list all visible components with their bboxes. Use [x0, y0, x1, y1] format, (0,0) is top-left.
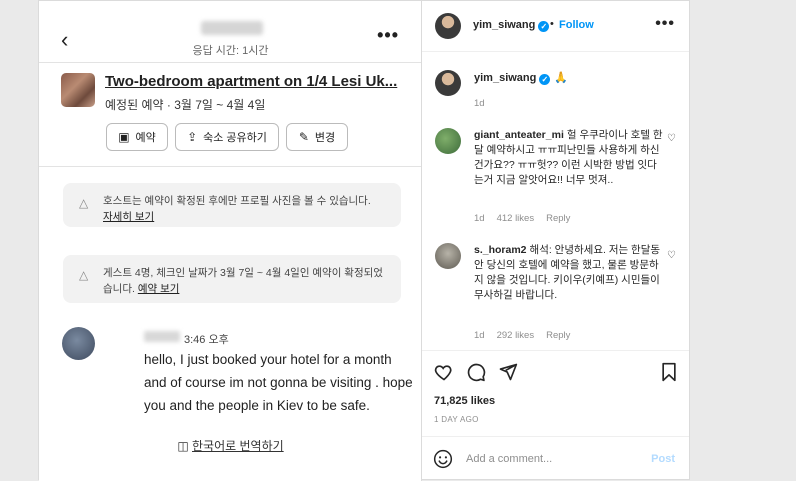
post-comment-button[interactable]: Post — [651, 453, 675, 465]
change-button: ✎ 변경 — [286, 123, 348, 151]
comment-likes[interactable]: 412 likes — [497, 213, 535, 224]
add-comment-input[interactable]: Add a comment... — [466, 453, 552, 465]
message-time: 3:46 오후 — [184, 334, 229, 346]
airbnb-logo-icon: △ — [79, 196, 89, 210]
comment-meta: 1d 292 likes Reply — [474, 330, 582, 341]
caption-time: 1d — [474, 98, 485, 109]
comment-text: s._horam2 해석: 안녕하세요. 저는 한달동안 당신의 호텔에 예약을 … — [474, 243, 664, 303]
follow-button[interactable]: Follow — [559, 19, 594, 31]
comment-text: giant_anteater_mi 헐 우쿠라이나 호텔 한달 예약하시고 ㅠㅠ피… — [474, 128, 664, 188]
author-avatar[interactable] — [435, 13, 461, 39]
caption-avatar[interactable] — [435, 70, 461, 96]
more-options-icon[interactable]: ••• — [655, 15, 675, 33]
author-username[interactable]: yim_siwang ✓ — [473, 19, 550, 32]
reply-button[interactable]: Reply — [546, 213, 570, 224]
notice-text: 호스트는 예약이 확정된 후에만 프로필 사진을 볼 수 있습니다. — [103, 195, 371, 207]
caption-username-text[interactable]: yim_siwang — [474, 72, 536, 84]
more-icon: ••• — [377, 25, 399, 45]
guest-avatar — [62, 327, 95, 360]
divider — [39, 166, 421, 167]
learn-more-link: 자세히 보기 — [103, 211, 155, 223]
post-photo[interactable]: ‹ 응답 시간: 1시간 ••• Two-bedroom apartment o… — [39, 1, 422, 481]
profile-photo-notice: △ 호스트는 예약이 확정된 후에만 프로필 사진을 볼 수 있습니다. 자세히… — [63, 183, 401, 227]
like-comment-heart-icon[interactable]: ♡ — [667, 250, 676, 261]
like-heart-icon[interactable] — [434, 362, 454, 382]
translate-label: 한국어로 번역하기 — [192, 439, 284, 453]
author-username-text[interactable]: yim_siwang — [473, 19, 535, 31]
emoji-picker-icon[interactable] — [433, 449, 453, 469]
divider — [422, 436, 689, 437]
likes-count[interactable]: 71,825 likes — [434, 395, 495, 407]
commenter-username[interactable]: s._horam2 — [474, 244, 527, 256]
comment-time: 1d — [474, 213, 485, 224]
post-header: yim_siwang ✓ • Follow ••• — [422, 1, 689, 52]
commenter-username[interactable]: giant_anteater_mi — [474, 129, 564, 141]
reply-button[interactable]: Reply — [546, 330, 570, 341]
post-time-ago: 1 DAY AGO — [434, 415, 479, 424]
comment-bubble-icon[interactable] — [466, 362, 486, 382]
listing-thumbnail — [61, 73, 95, 107]
comment-time: 1d — [474, 330, 485, 341]
guest-name-blurred — [144, 331, 180, 342]
post-modal: ‹ 응답 시간: 1시간 ••• Two-bedroom apartment o… — [38, 0, 690, 481]
share-listing-button-label: 숙소 공유하기 — [203, 132, 267, 144]
verified-badge-icon: ✓ — [539, 74, 551, 85]
share-send-icon[interactable] — [498, 362, 518, 382]
change-button-label: 변경 — [314, 132, 336, 144]
share-icon: ⇪ — [187, 130, 198, 144]
reservation-button: ▣ 예약 — [106, 123, 168, 151]
airbnb-logo-icon: △ — [79, 268, 89, 282]
separator-dot: • — [550, 18, 554, 30]
like-comment-heart-icon[interactable]: ♡ — [667, 133, 676, 144]
view-reservation-link: 예약 보기 — [137, 283, 180, 295]
translate-icon: ◫ — [177, 439, 192, 453]
host-name-blurred — [201, 21, 263, 35]
listing-title: Two-bedroom apartment on 1/4 Lesi Uk... — [105, 73, 398, 90]
pencil-icon: ✎ — [298, 130, 309, 144]
translate-link: ◫ 한국어로 번역하기 — [39, 437, 421, 454]
reservation-button-label: 예약 — [135, 132, 156, 144]
comment-likes[interactable]: 292 likes — [497, 330, 535, 341]
comment-meta: 1d 412 likes Reply — [474, 213, 582, 224]
divider — [39, 62, 421, 63]
commenter-avatar[interactable] — [435, 243, 461, 269]
caption-emoji: 🙏 — [554, 72, 569, 84]
booking-confirmed-notice: △ 게스트 4명, 체크인 날짜가 3월 7일 ~ 4월 4일인 예약이 확정되… — [63, 255, 401, 303]
save-bookmark-icon[interactable] — [660, 362, 678, 382]
response-time: 응답 시간: 1시간 — [192, 45, 269, 57]
post-actions — [434, 362, 679, 384]
message-body: hello, I just booked your hotel for a mo… — [144, 352, 413, 413]
listing-subtitle: 예정된 예약 · 3월 7일 ~ 4월 4일 — [105, 98, 266, 112]
briefcase-icon: ▣ — [118, 130, 130, 144]
divider — [422, 350, 689, 351]
commenter-avatar[interactable] — [435, 128, 461, 154]
verified-badge-icon: ✓ — [538, 21, 550, 32]
share-listing-button: ⇪ 숙소 공유하기 — [175, 123, 279, 151]
comments-panel: yim_siwang ✓ • Follow ••• yim_siwang ✓ 🙏 1d… — [422, 1, 689, 481]
caption-username[interactable]: yim_siwang ✓ 🙏 — [474, 71, 568, 85]
